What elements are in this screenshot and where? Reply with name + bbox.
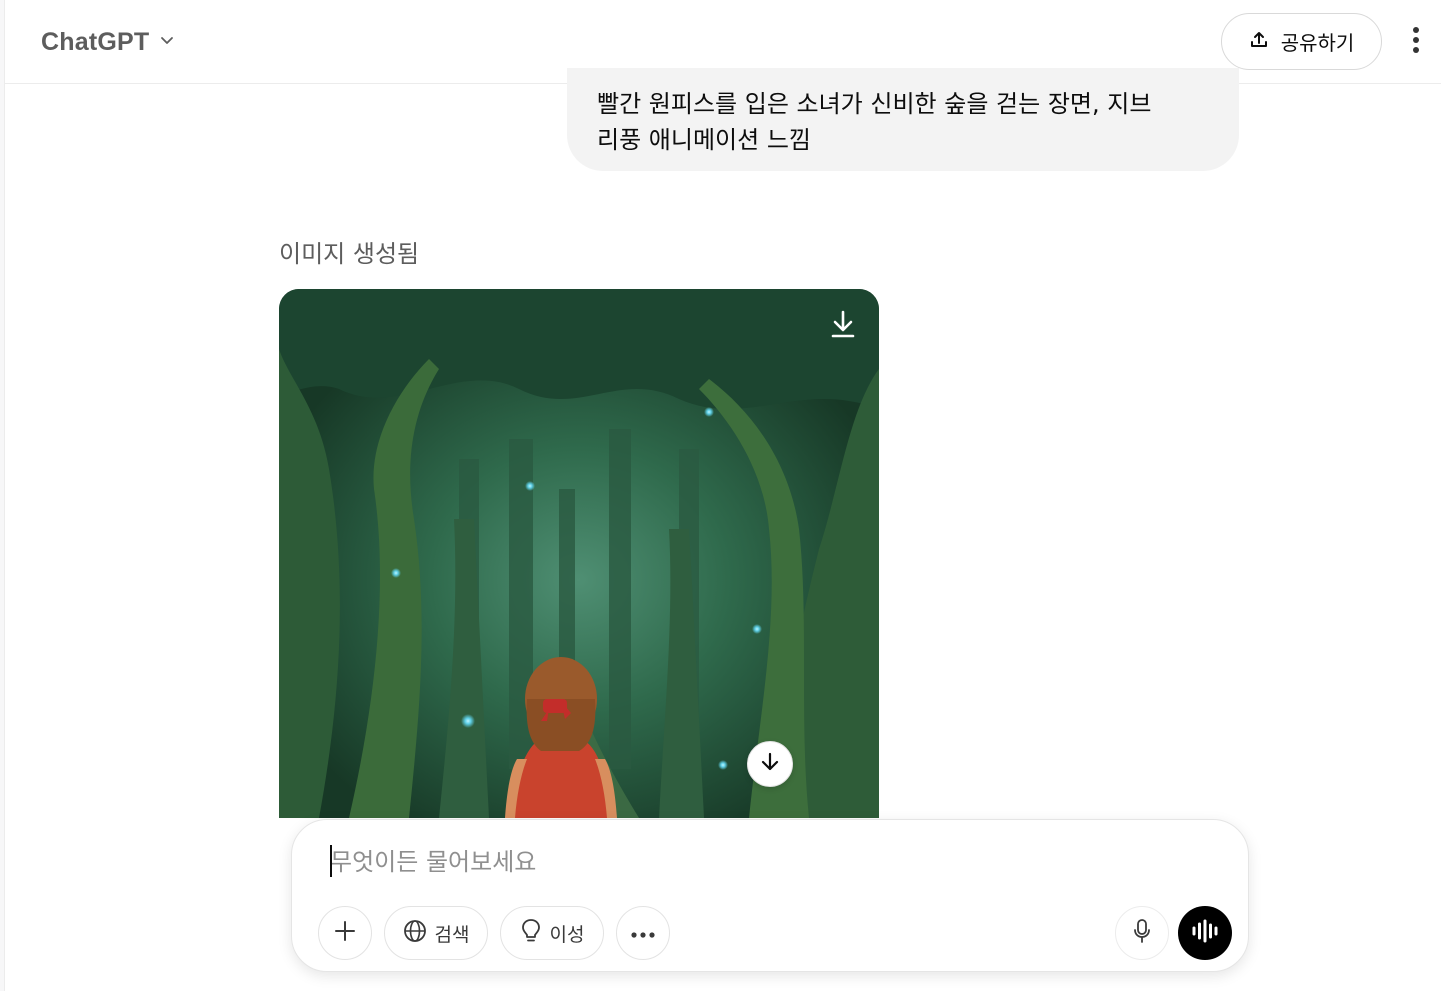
image-generated-label: 이미지 생성됨 — [279, 240, 420, 268]
message-composer: 검색 이성 — [291, 819, 1249, 972]
plus-icon — [334, 920, 356, 946]
upload-icon — [1249, 30, 1269, 54]
lightbulb-icon — [520, 918, 542, 948]
globe-icon — [403, 919, 427, 947]
user-message-line: 리풍 애니메이션 느낌 — [597, 126, 811, 154]
image-download-button[interactable] — [823, 306, 863, 346]
share-label: 공유하기 — [1280, 31, 1355, 55]
voice-wave-icon — [1191, 919, 1219, 947]
search-tool-button[interactable]: 검색 — [384, 906, 488, 960]
microphone-icon — [1132, 918, 1152, 948]
dictate-button[interactable] — [1115, 906, 1169, 960]
download-icon — [830, 309, 856, 343]
search-tool-label: 검색 — [434, 923, 470, 946]
message-input[interactable] — [330, 842, 1200, 882]
chevron-down-icon — [159, 32, 175, 52]
scroll-to-bottom-button[interactable] — [747, 741, 793, 787]
generated-image[interactable] — [279, 289, 879, 818]
arrow-down-icon — [759, 751, 781, 777]
more-tools-button[interactable] — [616, 906, 670, 960]
voice-mode-button[interactable] — [1178, 906, 1232, 960]
reason-tool-button[interactable]: 이성 — [500, 906, 604, 960]
vertical-dots-icon — [1412, 26, 1420, 58]
user-message-bubble: 빨간 원피스를 입은 소녀가 신비한 숲을 걷는 장면, 지브 리풍 애니메이션… — [567, 68, 1239, 171]
reason-tool-label: 이성 — [549, 923, 585, 946]
model-name: ChatGPT — [41, 27, 150, 56]
sidebar-edge — [0, 0, 5, 991]
horizontal-dots-icon — [630, 924, 656, 943]
more-options-button[interactable] — [1401, 24, 1431, 60]
attach-button[interactable] — [318, 906, 372, 960]
text-caret — [330, 845, 332, 877]
user-message-line: 빨간 원피스를 입은 소녀가 신비한 숲을 걷는 장면, 지브 — [597, 90, 1152, 118]
model-switcher[interactable]: ChatGPT — [41, 24, 175, 60]
share-button[interactable]: 공유하기 — [1221, 13, 1382, 70]
